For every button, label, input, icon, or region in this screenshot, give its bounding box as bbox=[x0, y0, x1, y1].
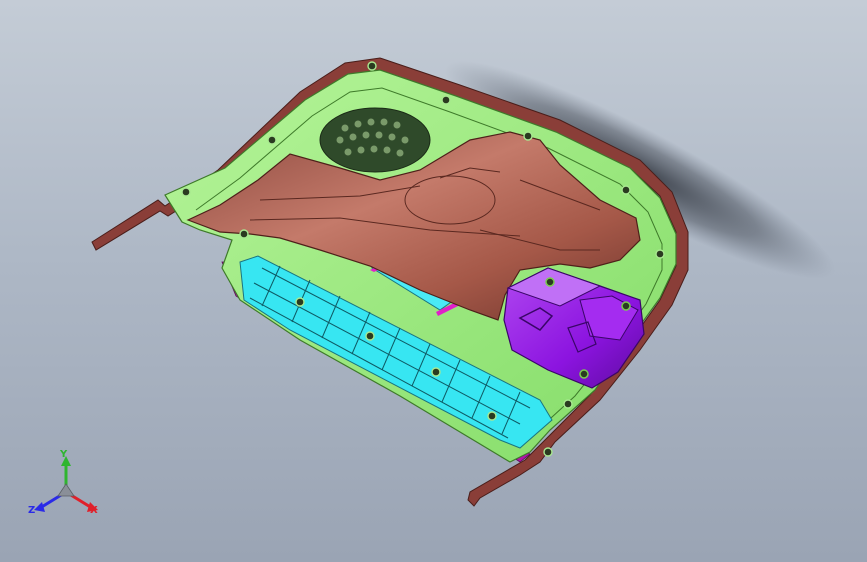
triad-x-label: X bbox=[90, 505, 98, 516]
view-orientation-triad[interactable]: Y X Z bbox=[26, 446, 106, 526]
graphics-viewport[interactable]: Y X Z bbox=[0, 0, 867, 562]
cad-model-scene[interactable] bbox=[0, 0, 867, 562]
triad-y-label: Y bbox=[60, 449, 68, 460]
triad-z-label: Z bbox=[28, 505, 36, 516]
